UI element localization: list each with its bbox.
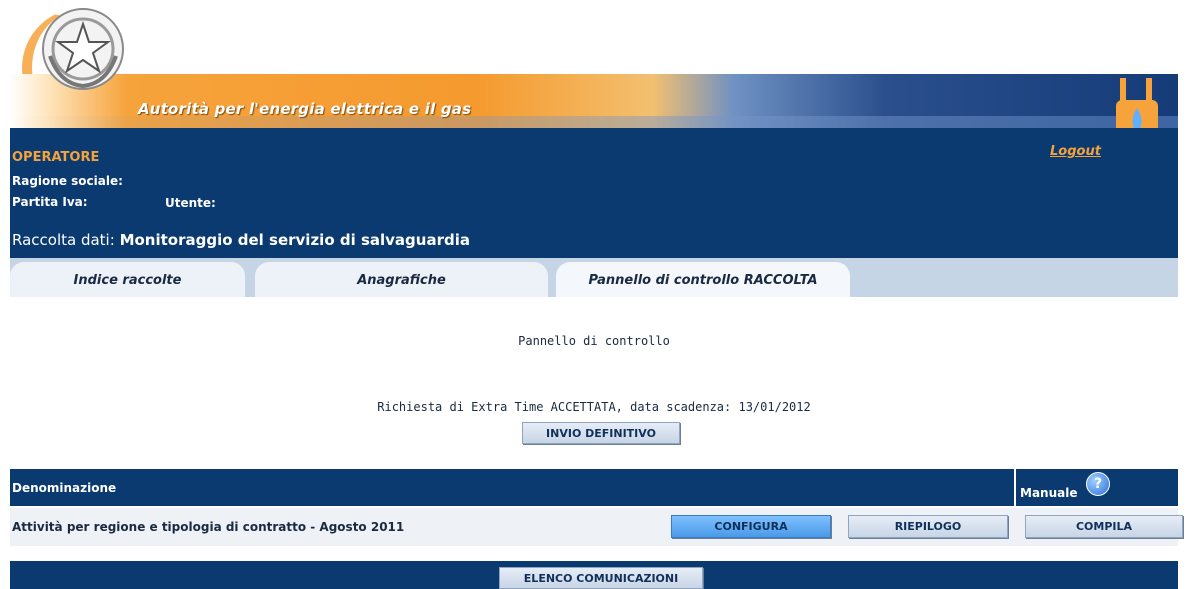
tab-anagrafiche[interactable]: Anagrafiche xyxy=(255,262,548,297)
raccolta-prefix: Raccolta dati: xyxy=(12,231,115,249)
extra-time-status: Richiesta di Extra Time ACCETTATA, data … xyxy=(377,400,811,414)
panel-title: Pannello di controllo xyxy=(518,334,670,348)
riepilogo-button[interactable]: RIEPILOGO xyxy=(848,515,1008,538)
tab-pannello-controllo[interactable]: Pannello di controllo RACCOLTA xyxy=(556,262,850,297)
logout-link[interactable]: Logout xyxy=(1050,144,1101,159)
raccolta-name: Monitoraggio del servizio di salvaguardi… xyxy=(119,231,470,249)
banner-title: Autorità per l'energia elettrica e il ga… xyxy=(138,100,472,118)
configura-button[interactable]: CONFIGURA xyxy=(671,515,831,538)
row-name: Attività per regione e tipologia di cont… xyxy=(12,520,405,534)
help-icon[interactable]: ? xyxy=(1086,472,1110,496)
italian-republic-emblem-icon xyxy=(42,8,124,90)
table-header xyxy=(10,469,1178,506)
site-banner: Autorità per l'energia elettrica e il ga… xyxy=(0,0,1188,186)
tab-indice-raccolte[interactable]: Indice raccolte xyxy=(10,262,245,297)
elenco-comunicazioni-button[interactable]: ELENCO COMUNICAZIONI xyxy=(499,567,703,589)
invio-definitivo-button[interactable]: INVIO DEFINITIVO xyxy=(522,422,680,444)
col-denominazione: Denominazione xyxy=(12,481,117,495)
ragione-sociale-label: Ragione sociale: xyxy=(12,174,123,188)
compila-button[interactable]: COMPILA xyxy=(1025,515,1183,538)
utente-label: Utente: xyxy=(165,196,216,210)
col-manuale: Manuale xyxy=(1020,486,1078,500)
operator-heading: OPERATORE xyxy=(12,150,100,165)
partita-iva-label: Partita Iva: xyxy=(12,195,88,209)
raccolta-title: Raccolta dati: Monitoraggio del servizio… xyxy=(12,231,470,249)
